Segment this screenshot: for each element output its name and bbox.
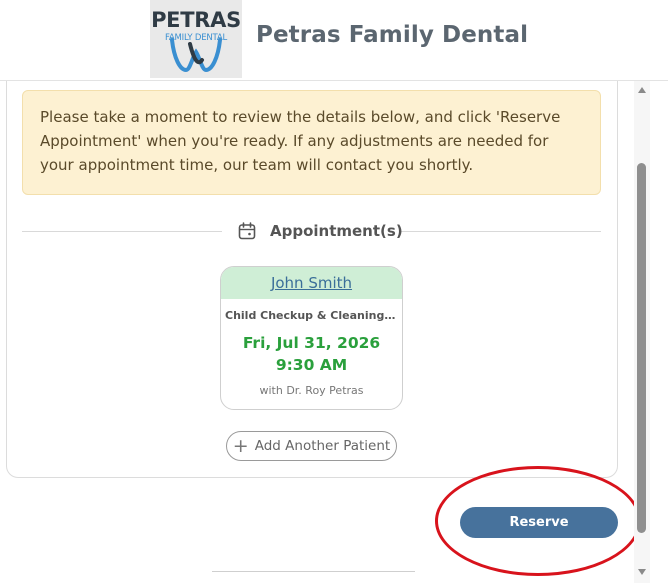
- appointments-label: Appointment(s): [270, 222, 403, 240]
- scroll-up-arrow-icon[interactable]: [638, 87, 646, 93]
- add-patient-label: Add Another Patient: [254, 438, 391, 454]
- appointment-card: John Smith Child Checkup & Cleaning (A..…: [220, 266, 403, 410]
- divider-right: [401, 231, 601, 232]
- patient-header: John Smith: [221, 267, 402, 299]
- practice-logo: PETRAS FAMILY DENTAL: [150, 0, 242, 78]
- logo-wordmark: PETRAS: [151, 8, 241, 32]
- divider-left: [22, 231, 222, 232]
- scrollbar[interactable]: [634, 81, 650, 583]
- site-header: PETRAS FAMILY DENTAL Petras Family Denta…: [0, 0, 668, 81]
- review-notice: Please take a moment to review the detai…: [22, 90, 601, 195]
- practice-name: Petras Family Dental: [256, 22, 529, 48]
- calendar-icon: [238, 222, 256, 240]
- patient-name-link[interactable]: John Smith: [271, 274, 352, 292]
- appointment-date: Fri, Jul 31, 2026: [242, 334, 381, 352]
- appointments-heading: Appointment(s): [238, 219, 403, 243]
- scroll-down-arrow-icon[interactable]: [638, 569, 646, 575]
- service-name: Child Checkup & Cleaning (A...: [225, 309, 402, 322]
- provider-name: with Dr. Roy Petras: [259, 384, 364, 397]
- plus-icon: +: [232, 434, 249, 457]
- logo-subtitle: FAMILY DENTAL: [164, 33, 228, 43]
- add-another-patient-button[interactable]: + Add Another Patient: [226, 431, 397, 461]
- reserve-appointment-button[interactable]: Reserve Appointment: [460, 507, 618, 561]
- appointment-time: 9:30 AM: [275, 356, 348, 374]
- scroll-thumb[interactable]: [637, 163, 646, 533]
- footer-divider: [212, 571, 415, 572]
